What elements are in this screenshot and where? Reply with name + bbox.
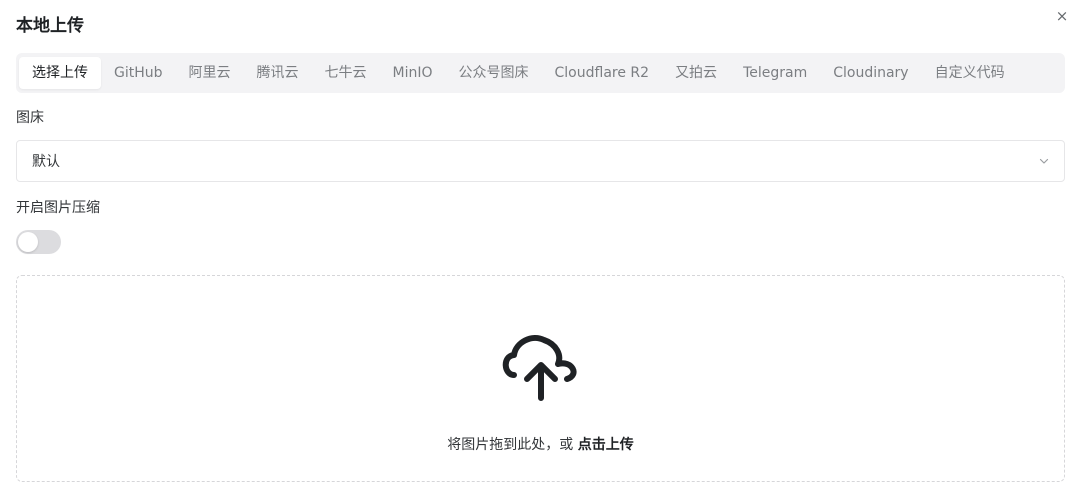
tab-minio[interactable]: MinIO xyxy=(380,57,446,89)
upload-hint-text: 将图片拖到此处，或 xyxy=(447,437,574,453)
tab-select-upload[interactable]: 选择上传 xyxy=(19,57,101,89)
image-bed-selected-value: 默认 xyxy=(32,154,60,170)
upload-dropzone[interactable]: 将图片拖到此处，或 点击上传 xyxy=(16,275,1065,482)
close-button[interactable]: × xyxy=(1052,6,1072,26)
chevron-down-icon xyxy=(1039,158,1049,164)
tab-aliyun[interactable]: 阿里云 xyxy=(176,57,244,89)
tab-qiniu[interactable]: 七牛云 xyxy=(312,57,380,89)
dialog-title: 本地上传 xyxy=(16,16,84,36)
compression-label: 开启图片压缩 xyxy=(16,200,100,216)
compression-toggle[interactable] xyxy=(16,230,61,254)
tab-wechat-mp[interactable]: 公众号图床 xyxy=(446,57,542,89)
tab-upyun[interactable]: 又拍云 xyxy=(662,57,730,89)
tab-github[interactable]: GitHub xyxy=(101,57,176,89)
image-bed-label: 图床 xyxy=(16,110,44,126)
cloud-upload-icon xyxy=(502,334,577,401)
upload-source-tabs: 选择上传 GitHub 阿里云 腾讯云 七牛云 MinIO 公众号图床 Clou… xyxy=(16,53,1065,93)
upload-hint: 将图片拖到此处，或 点击上传 xyxy=(17,435,1064,455)
tab-custom-code[interactable]: 自定义代码 xyxy=(922,57,1018,89)
image-bed-select[interactable]: 默认 xyxy=(16,140,1065,182)
click-upload-link[interactable]: 点击上传 xyxy=(578,437,634,453)
tab-cloudinary[interactable]: Cloudinary xyxy=(820,57,921,89)
tab-tencent-cloud[interactable]: 腾讯云 xyxy=(244,57,312,89)
tab-telegram[interactable]: Telegram xyxy=(730,57,820,89)
toggle-knob xyxy=(18,232,38,252)
upload-dialog: 本地上传 × 选择上传 GitHub 阿里云 腾讯云 七牛云 MinIO 公众号… xyxy=(0,0,1080,498)
tab-cloudflare-r2[interactable]: Cloudflare R2 xyxy=(542,57,663,89)
